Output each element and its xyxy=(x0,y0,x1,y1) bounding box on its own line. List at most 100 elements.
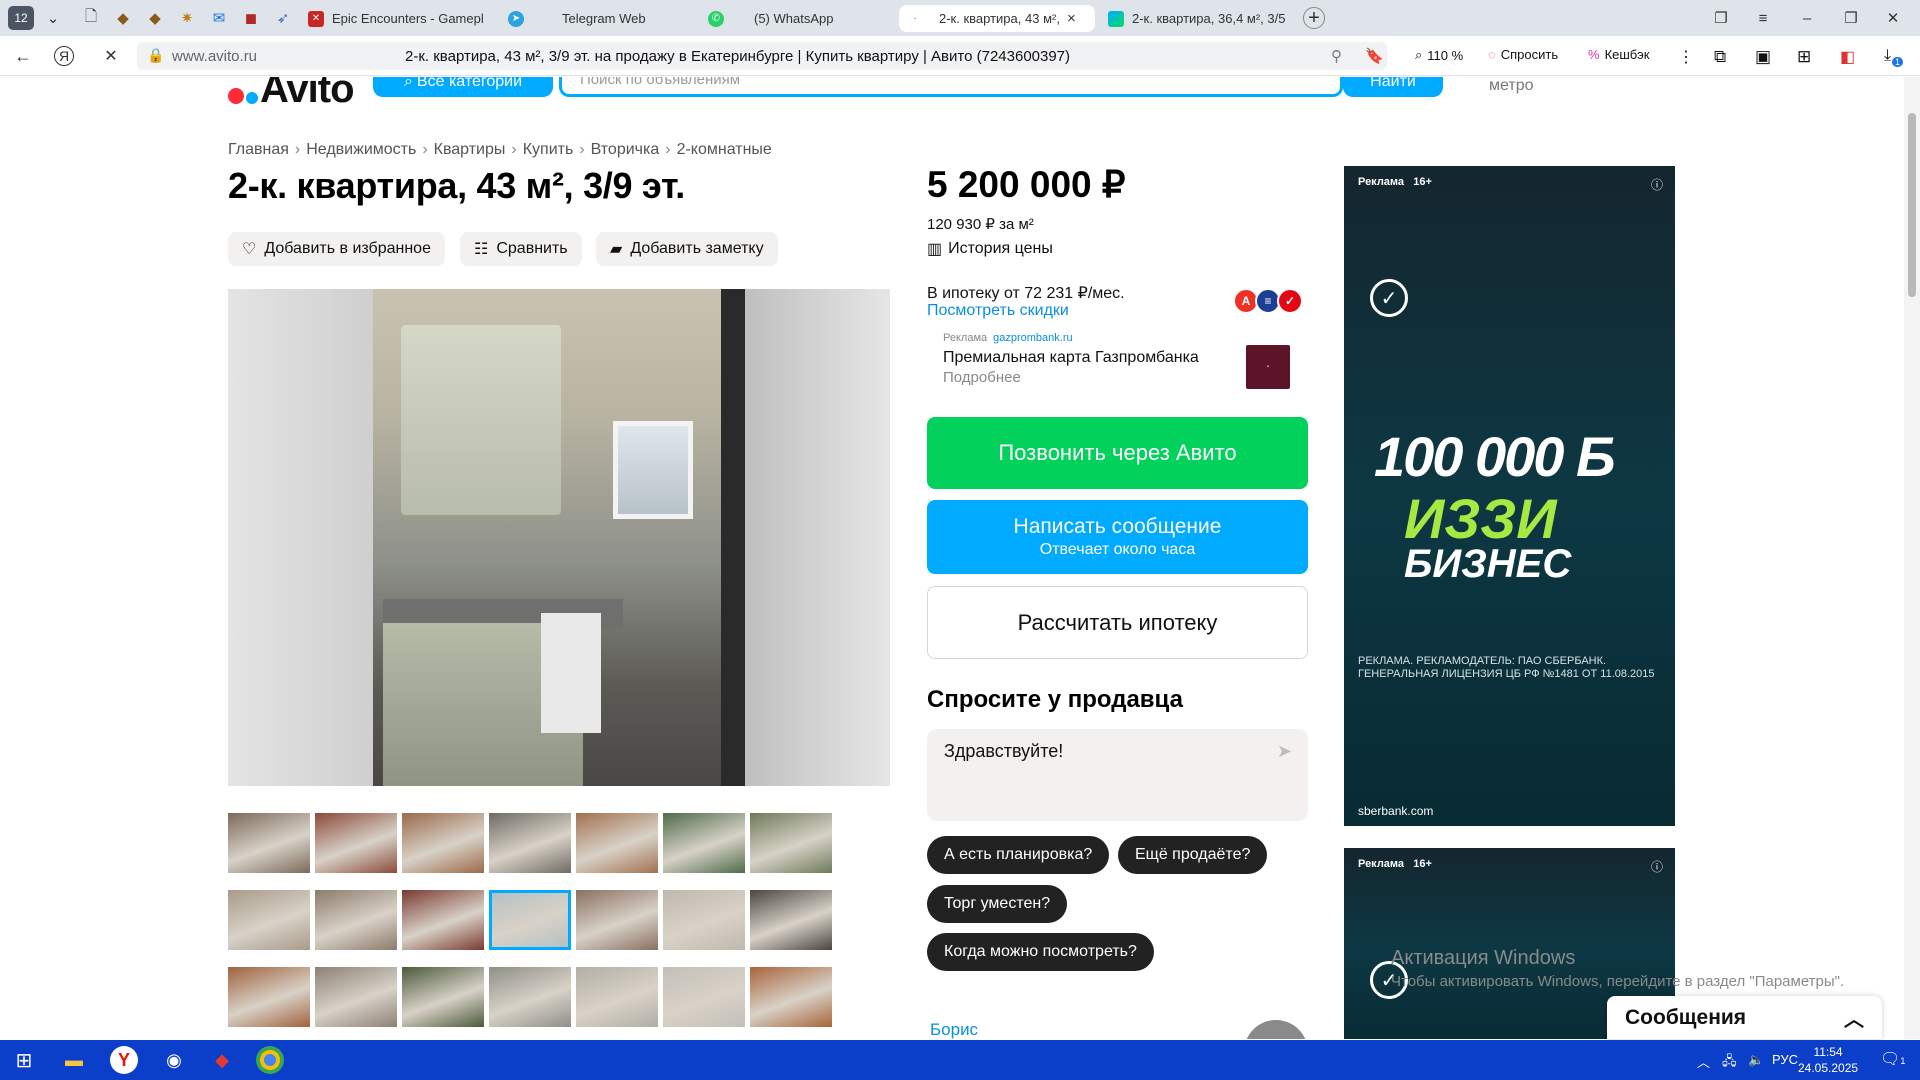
quick-question-plan[interactable]: А есть планировка? xyxy=(927,836,1110,874)
write-message-button[interactable]: Написать сообщение Отвечает около часа xyxy=(927,500,1308,574)
metro-filter[interactable]: метро xyxy=(1489,77,1534,95)
back-arrow-icon[interactable]: ← xyxy=(10,44,36,68)
avito-logo[interactable]: Avito xyxy=(228,77,355,112)
pinned-tab-document-icon[interactable]: 🗋 xyxy=(78,6,104,30)
photo-thumbnail[interactable] xyxy=(663,967,745,1027)
photo-thumbnail[interactable] xyxy=(402,813,484,873)
photo-thumbnail[interactable] xyxy=(489,967,571,1027)
photo-thumbnail[interactable] xyxy=(228,813,310,873)
volume-icon[interactable]: 🔈 xyxy=(1748,1052,1764,1068)
discounts-link[interactable]: Посмотреть скидки xyxy=(927,302,1069,320)
avatar[interactable] xyxy=(1244,1020,1308,1039)
photo-thumbnail[interactable] xyxy=(750,813,832,873)
calculate-mortgage-button[interactable]: Рассчитать ипотеку xyxy=(927,586,1308,659)
minimize-icon[interactable]: – xyxy=(1794,6,1820,30)
breadcrumb-home[interactable]: Главная xyxy=(228,141,289,159)
pinned-tab-site-icon[interactable]: ◆ xyxy=(142,6,168,30)
yandex-icon[interactable]: Я xyxy=(54,46,74,66)
send-icon[interactable]: ➤ xyxy=(1277,741,1292,762)
photo-thumbnail[interactable] xyxy=(750,890,832,950)
tab-avito-second[interactable]: 2-к. квартира, 36,4 м², 3/5 xyxy=(1108,5,1288,32)
seller-name-link[interactable]: Борис xyxy=(930,1020,978,1039)
file-explorer-icon[interactable]: ▬ xyxy=(60,1046,88,1074)
clock[interactable]: 11:54 24.05.2025 xyxy=(1798,1044,1858,1076)
breadcrumb-2-room[interactable]: 2-комнатные xyxy=(677,141,772,159)
no-tracking-icon[interactable]: ⚲ xyxy=(1331,47,1342,65)
extension-badge-icon[interactable]: ◧ xyxy=(1840,47,1855,67)
photo-thumbnail[interactable] xyxy=(228,967,310,1027)
network-icon[interactable]: 🖧 xyxy=(1722,1052,1737,1074)
collections-icon[interactable]: ⊞ xyxy=(1797,47,1811,67)
photo-thumbnail[interactable] xyxy=(576,813,658,873)
photo-thumbnail[interactable] xyxy=(489,813,571,873)
price-history-link[interactable]: ▥ История цены xyxy=(927,239,1053,259)
stop-loading-icon[interactable]: ✕ xyxy=(98,44,124,68)
gazprom-ad-more[interactable]: Подробнее xyxy=(943,369,1021,386)
add-note-button[interactable]: ▰ Добавить заметку xyxy=(596,232,778,266)
main-photo[interactable] xyxy=(228,289,890,786)
pinned-tab-mail-icon[interactable]: ✉ xyxy=(206,6,232,30)
chrome-icon[interactable] xyxy=(256,1046,284,1074)
app-icon[interactable]: ◆ xyxy=(208,1046,236,1074)
photo-thumbnail[interactable] xyxy=(315,967,397,1027)
photo-thumbnail[interactable] xyxy=(576,967,658,1027)
photo-thumbnail[interactable] xyxy=(489,890,571,950)
photo-thumbnail[interactable] xyxy=(750,967,832,1027)
all-categories-button[interactable]: ⌕ Все категории xyxy=(373,77,553,97)
gazprombank-card-icon[interactable]: ▪ xyxy=(1246,345,1290,389)
page-scrollbar[interactable] xyxy=(1904,77,1920,1039)
seller-message-input[interactable]: Здравствуйте! ➤ xyxy=(927,729,1308,821)
tab-counter-button[interactable]: 12 xyxy=(8,6,34,30)
tab-epic-encounters[interactable]: ✕ Epic Encounters - Gamepl xyxy=(308,5,498,32)
windows-start-icon[interactable]: ⊞ xyxy=(10,1046,38,1074)
screenshot-icon[interactable]: ▣ xyxy=(1755,47,1771,67)
browser-menu-icon[interactable]: ≡ xyxy=(1750,6,1776,30)
messages-panel[interactable]: Сообщения ︿ xyxy=(1607,996,1882,1039)
url-field[interactable]: 🔒 www.avito.ru 2-к. квартира, 43 м², 3/9… xyxy=(137,42,1387,70)
breadcrumb-buy[interactable]: Купить xyxy=(523,141,574,159)
restore-icon[interactable]: ❐ xyxy=(1838,6,1864,30)
tray-chevron-up-icon[interactable]: ︿ xyxy=(1697,1052,1710,1071)
photo-thumbnail[interactable] xyxy=(228,890,310,950)
photo-thumbnail[interactable] xyxy=(402,967,484,1027)
photo-thumbnail[interactable] xyxy=(402,890,484,950)
more-menu-icon[interactable]: ⋮ xyxy=(1678,47,1694,67)
pinned-tab-site-icon[interactable]: ◼ xyxy=(238,6,264,30)
new-tab-plus-icon[interactable]: + xyxy=(1303,7,1325,29)
sber-ad-banner[interactable]: Реклама 16+ ⓘ ✓ 100 000 Б ИЗЗИ БИЗНЕС РЕ… xyxy=(1344,166,1675,826)
ask-alice-button[interactable]: ◌ Спросить xyxy=(1488,47,1558,62)
tab-avito-active[interactable]: · 2-к. квартира, 43 м², 3/ × xyxy=(899,5,1095,32)
chevron-up-icon[interactable]: ︿ xyxy=(1844,1003,1864,1032)
tab-list-chevron-icon[interactable]: ⌄ xyxy=(40,6,66,30)
pinned-tab-site-icon[interactable]: ✷ xyxy=(174,6,200,30)
gazprom-ad-title[interactable]: Премиальная карта Газпромбанка xyxy=(943,349,1199,367)
find-button[interactable]: Найти xyxy=(1343,77,1443,97)
photo-thumbnail[interactable] xyxy=(576,890,658,950)
breadcrumb-realty[interactable]: Недвижимость xyxy=(306,141,416,159)
yandex-browser-icon[interactable]: Y xyxy=(110,1046,138,1074)
tab-close-icon[interactable]: × xyxy=(1067,10,1076,27)
call-button[interactable]: Позвонить через Авито xyxy=(927,417,1308,489)
info-icon[interactable]: ⓘ xyxy=(1651,176,1663,193)
language-indicator[interactable]: РУС xyxy=(1772,1052,1798,1067)
info-icon[interactable]: ⓘ xyxy=(1651,858,1663,875)
notifications-icon[interactable]: 🗨1 xyxy=(1880,1049,1905,1069)
breadcrumb-secondary[interactable]: Вторичка xyxy=(591,141,660,159)
quick-question-viewing[interactable]: Когда можно посмотреть? xyxy=(927,933,1154,971)
compare-button[interactable]: ☷ Сравнить xyxy=(460,232,582,266)
photo-thumbnail[interactable] xyxy=(315,813,397,873)
quick-question-still-selling[interactable]: Ещё продаёте? xyxy=(1118,836,1268,874)
pinned-tab-site-icon[interactable]: ◆ xyxy=(110,6,136,30)
photo-thumbnail[interactable] xyxy=(663,813,745,873)
tab-telegram[interactable]: ➤ Telegram Web xyxy=(508,5,688,32)
tab-collections-icon[interactable]: ❐ xyxy=(1708,6,1734,30)
pinned-tab-site-icon[interactable]: ➶ xyxy=(270,6,296,30)
quick-question-bargain[interactable]: Торг уместен? xyxy=(927,885,1068,923)
add-to-favorites-button[interactable]: ♡ Добавить в избранное xyxy=(228,232,445,266)
cashback-button[interactable]: % Кешбэк xyxy=(1588,47,1649,62)
extensions-icon[interactable]: ⧉ xyxy=(1714,47,1726,67)
scrollbar-thumb[interactable] xyxy=(1908,113,1916,297)
photo-thumbnail[interactable] xyxy=(315,890,397,950)
search-input[interactable]: Поиск по объявлениям xyxy=(559,77,1343,97)
bookmark-icon[interactable]: 🔖 xyxy=(1365,47,1384,65)
